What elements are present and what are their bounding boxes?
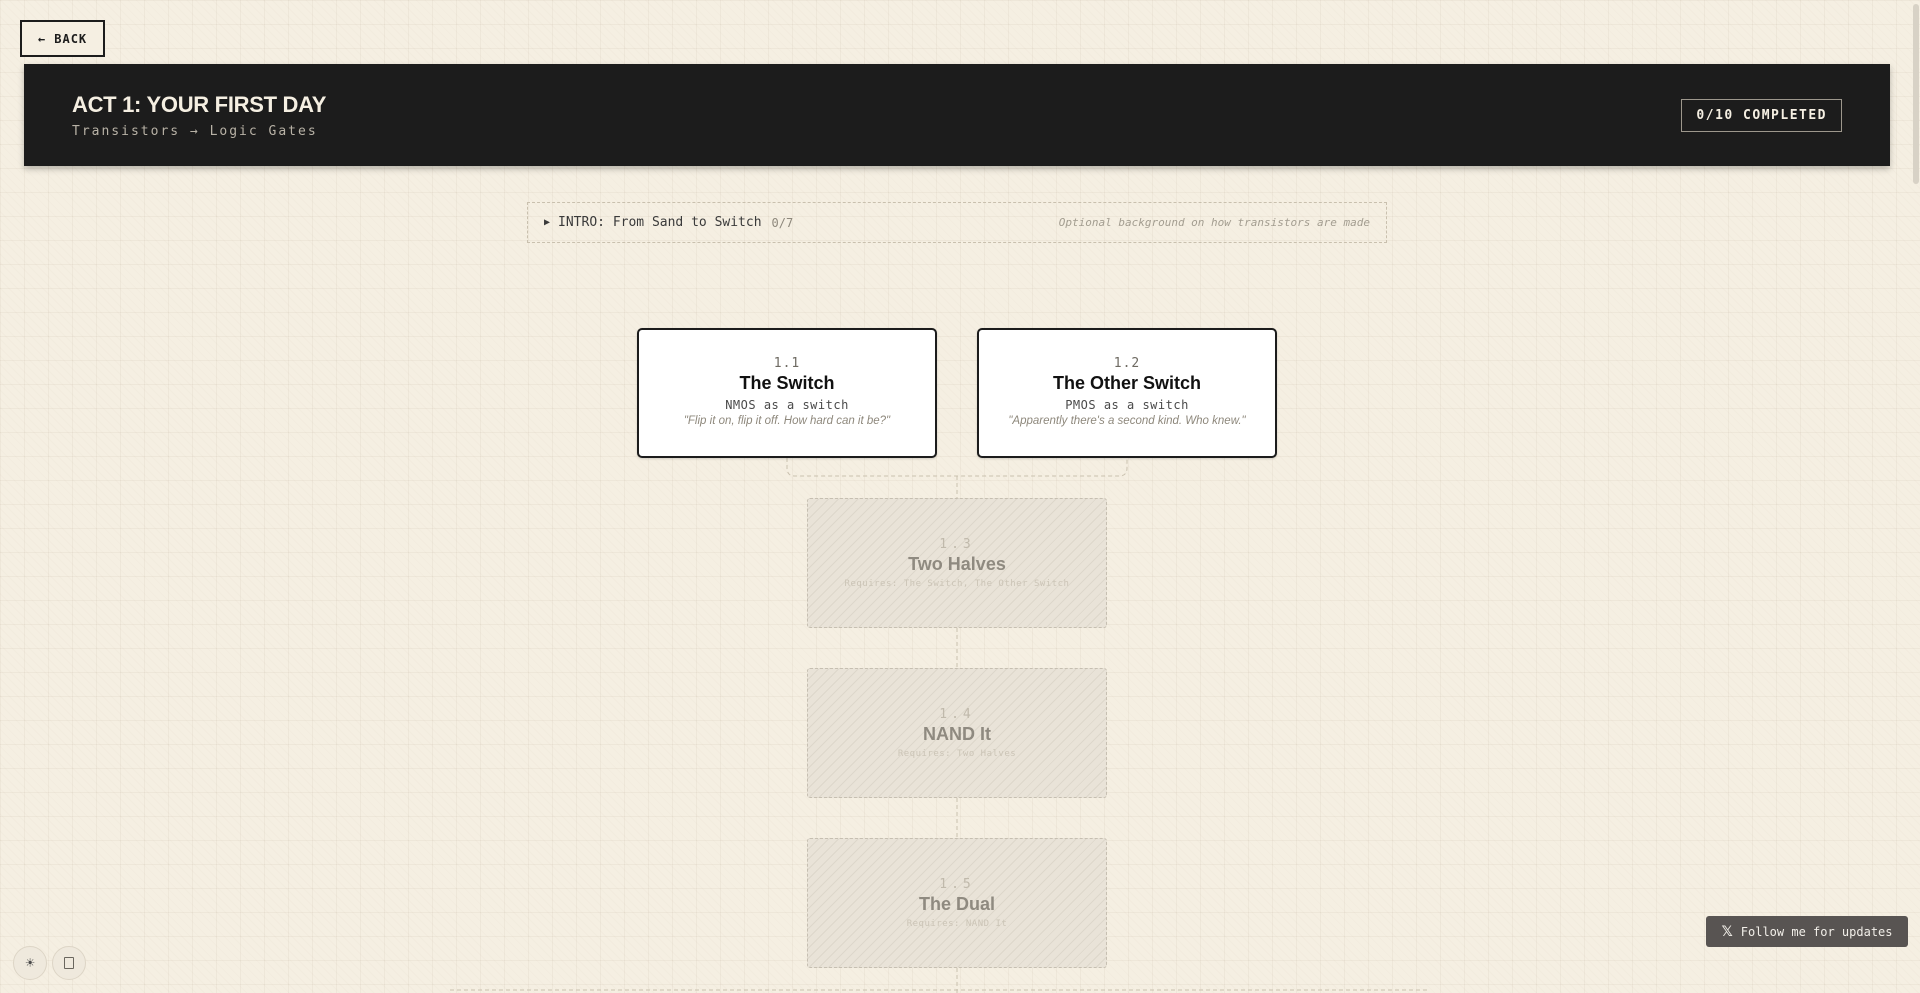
fullscreen-button[interactable] [52,946,86,980]
expand-triangle-icon: ▶ [544,217,551,228]
follow-label: Follow me for updates [1740,924,1893,939]
act-header: ACT 1: YOUR FIRST DAY Transistors → Logi… [24,64,1890,166]
level-title: NAND It [923,724,991,744]
level-quote: "Apparently there's a second kind. Who k… [1008,415,1246,427]
square-icon [64,957,74,969]
level-requirement: Requires: NAND It [906,919,1008,929]
theme-toggle-button[interactable]: ☀ [13,946,47,980]
completion-badge: 0/10 COMPLETED [1681,99,1842,132]
level-subtitle: PMOS as a switch [1065,398,1189,412]
level-requirement: Requires: Two Halves [897,749,1017,759]
level-title: The Switch [739,373,835,393]
intro-toggle[interactable]: ▶ INTRO: From Sand to Switch 0/7 Optiona… [527,202,1387,243]
level-number: 1.1 [773,356,801,371]
intro-label: INTRO: From Sand to Switch [558,215,762,230]
level-number: 1.4 [939,707,975,722]
level-card-1-4: 1.4 NAND It Requires: Two Halves [807,668,1107,798]
level-title: The Dual [918,894,995,914]
level-requirement: Requires: The Switch, The Other Switch [844,579,1070,589]
level-number: 1.2 [1113,356,1141,371]
sun-icon: ☀ [25,954,35,972]
level-quote: "Flip it on, flip it off. How hard can i… [683,415,891,427]
level-card-1-2[interactable]: 1.2 The Other Switch PMOS as a switch "A… [977,328,1277,458]
act-title: ACT 1: YOUR FIRST DAY [72,92,327,117]
back-button[interactable]: ← BACK [20,20,105,57]
follow-button[interactable]: 𝕏 Follow me for updates [1706,916,1908,947]
level-card-1-5: 1.5 The Dual Requires: NAND It [807,838,1107,968]
level-card-1-1[interactable]: 1.1 The Switch NMOS as a switch "Flip it… [637,328,937,458]
level-title: The Other Switch [1052,373,1202,393]
intro-count: 0/7 [771,215,794,230]
level-subtitle: NMOS as a switch [725,398,849,412]
scrollbar-thumb[interactable] [1913,4,1919,184]
act-subtitle: Transistors → Logic Gates [72,124,318,139]
level-number: 1.3 [939,537,975,552]
scrollbar[interactable] [1912,0,1920,993]
intro-description: Optional background on how transistors a… [1058,216,1370,229]
level-card-1-3: 1.3 Two Halves Requires: The Switch, The… [807,498,1107,628]
level-title: Two Halves [908,554,1006,574]
x-logo-icon: 𝕏 [1721,923,1733,940]
level-number: 1.5 [939,877,975,892]
